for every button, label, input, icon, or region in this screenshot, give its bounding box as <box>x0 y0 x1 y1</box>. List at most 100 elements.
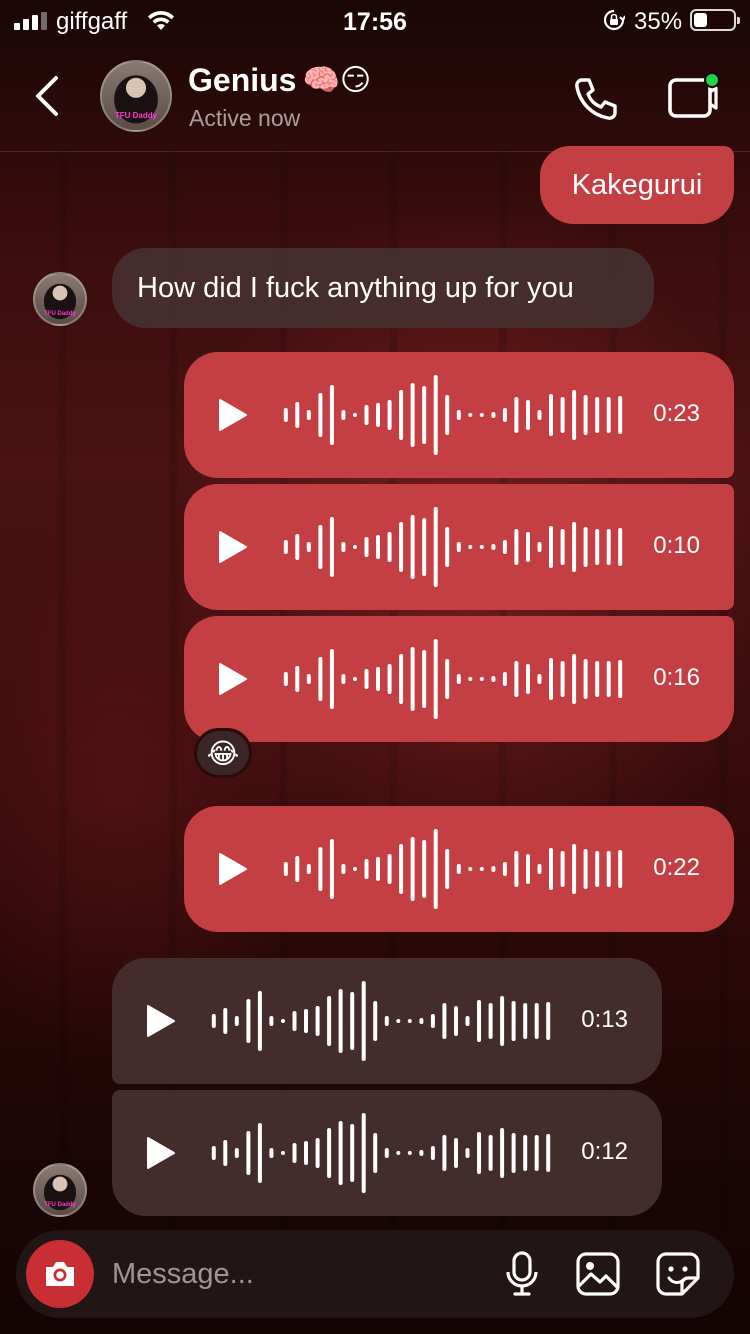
play-icon[interactable] <box>218 662 248 696</box>
play-icon[interactable] <box>218 852 248 886</box>
waveform-bar <box>422 650 427 708</box>
waveform-bar <box>445 659 450 699</box>
waveform-bar <box>292 1011 297 1031</box>
presence-status: Active now <box>189 105 301 131</box>
waveform[interactable] <box>208 978 554 1064</box>
waveform-bar <box>304 1141 308 1165</box>
waveform-bar <box>329 385 334 445</box>
waveform-bar <box>537 410 542 420</box>
phone-icon[interactable] <box>570 74 620 124</box>
voice-duration: 0:10 <box>653 532 700 559</box>
waveform-bar <box>373 1133 378 1173</box>
waveform-bar <box>281 1019 285 1023</box>
waveform-bar <box>583 849 588 889</box>
waveform-bar <box>407 1151 412 1155</box>
waveform-bar <box>364 859 369 879</box>
waveform-bar <box>399 390 404 440</box>
waveform-bar <box>257 991 262 1051</box>
waveform-bar <box>318 525 323 569</box>
waveform-bar <box>560 851 565 887</box>
battery-level-fill <box>694 13 708 27</box>
avatar-tag: TFU Daddy <box>44 1202 76 1208</box>
waveform-bar <box>549 658 553 700</box>
waveform-bar <box>422 518 427 576</box>
microphone-icon[interactable] <box>502 1250 542 1298</box>
orientation-lock-icon <box>603 9 625 31</box>
voice-message[interactable]: 0:16 <box>184 616 734 742</box>
waveform-bar <box>595 397 600 433</box>
waveform-bar <box>361 1113 366 1193</box>
gallery-icon[interactable] <box>574 1250 622 1298</box>
waveform-bar <box>350 1124 355 1182</box>
waveform-bar <box>410 383 415 447</box>
voice-duration: 0:16 <box>653 664 700 691</box>
waveform-bar <box>329 649 334 709</box>
waveform[interactable] <box>280 826 626 912</box>
waveform-bar <box>384 1016 389 1026</box>
video-camera-icon[interactable] <box>664 72 720 122</box>
waveform-bar <box>419 1018 424 1024</box>
contact-name[interactable]: Genius 🧠😏 <box>188 62 371 99</box>
waveform-bar <box>396 1019 401 1023</box>
waveform-bar <box>502 862 507 876</box>
play-icon[interactable] <box>146 1004 176 1038</box>
waveform[interactable] <box>280 504 626 590</box>
waveform-bar <box>306 410 311 420</box>
waveform-bar <box>606 661 611 697</box>
voice-duration: 0:22 <box>653 854 700 881</box>
waveform-bar <box>318 657 323 701</box>
waveform-bar <box>514 851 519 887</box>
waveform-bar <box>295 534 300 560</box>
camera-button[interactable] <box>26 1240 94 1308</box>
voice-message[interactable]: 0:13 <box>112 958 662 1084</box>
waveform-bar <box>618 850 623 888</box>
play-icon[interactable] <box>218 530 248 564</box>
back-chevron-icon[interactable] <box>30 74 64 118</box>
voice-message[interactable]: 0:22 <box>184 806 734 932</box>
incoming-message[interactable]: How did I fuck anything up for you <box>112 248 654 328</box>
play-icon[interactable] <box>218 398 248 432</box>
waveform-bar <box>595 851 600 887</box>
waveform-bar <box>430 1014 435 1028</box>
waveform-bar <box>572 844 577 894</box>
waveform-bar <box>269 1016 274 1026</box>
voice-message[interactable]: 0:23 <box>184 352 734 478</box>
waveform-bar <box>283 540 288 554</box>
waveform-bar <box>468 413 473 417</box>
waveform-bar <box>315 1006 320 1036</box>
play-icon[interactable] <box>146 1136 176 1170</box>
waveform-bar <box>269 1148 274 1158</box>
sticker-icon[interactable] <box>654 1250 702 1298</box>
waveform-bar <box>514 529 519 565</box>
sender-avatar[interactable]: TFU Daddy <box>33 1163 87 1217</box>
waveform-bar <box>502 408 507 422</box>
waveform-bar <box>537 674 542 684</box>
waveform-bar <box>315 1138 320 1168</box>
waveform-bar <box>479 867 484 871</box>
waveform-bar <box>454 1006 458 1036</box>
waveform-bar <box>433 375 438 455</box>
waveform-bar <box>618 528 623 566</box>
voice-message[interactable]: 0:12 <box>112 1090 662 1216</box>
waveform-bar <box>468 677 473 681</box>
waveform[interactable] <box>280 636 626 722</box>
waveform-bar <box>306 674 311 684</box>
waveform[interactable] <box>208 1110 554 1196</box>
waveform[interactable] <box>280 372 626 458</box>
outgoing-message[interactable]: Kakegurui <box>540 146 734 224</box>
waveform-bar <box>572 522 577 572</box>
voice-message[interactable]: 0:10 <box>184 484 734 610</box>
sender-avatar[interactable]: TFU Daddy <box>33 272 87 326</box>
waveform-bar <box>491 866 496 872</box>
waveform-bar <box>396 1151 401 1155</box>
waveform-bar <box>456 864 461 874</box>
waveform-bar <box>534 1135 539 1171</box>
contact-avatar[interactable]: TFU Daddy <box>100 60 172 132</box>
waveform-bar <box>361 981 366 1061</box>
battery-icon <box>690 9 740 31</box>
waveform-bar <box>546 1134 551 1172</box>
reaction-badge[interactable]: 😂 <box>194 728 252 778</box>
waveform-bar <box>433 829 438 909</box>
message-input[interactable] <box>112 1254 482 1294</box>
waveform-bar <box>560 397 565 433</box>
